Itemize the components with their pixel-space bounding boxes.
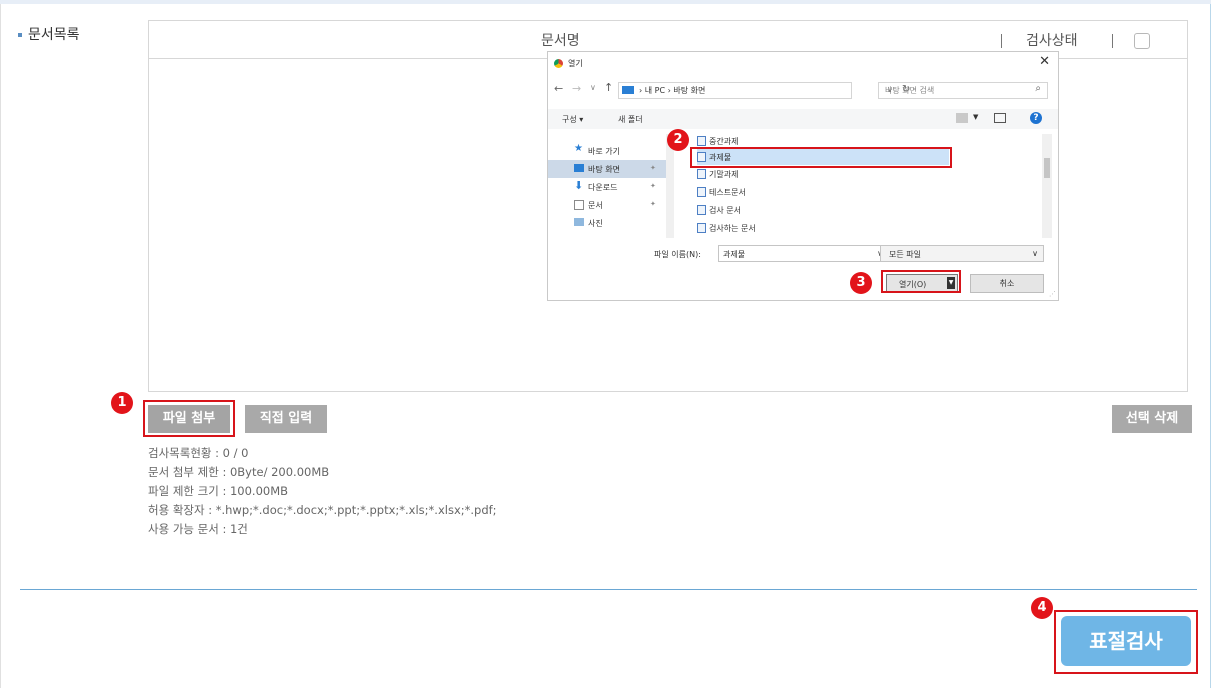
- close-icon[interactable]: ✕: [1039, 54, 1050, 69]
- picture-icon: [574, 218, 584, 226]
- highlight-open-button: [881, 270, 961, 293]
- info-line-size-limit: 파일 제한 크기 : 100.00MB: [148, 484, 289, 498]
- column-divider: [1112, 34, 1113, 48]
- nav-item-documents[interactable]: 문서 ✦: [548, 196, 666, 214]
- help-icon[interactable]: ?: [1030, 112, 1042, 124]
- column-divider: [1001, 34, 1002, 48]
- file-icon: [697, 169, 706, 179]
- nav-item-label: 바탕 화면: [588, 165, 620, 174]
- dialog-toolbar: 구성 ▾ 새 폴더 ▼ ?: [548, 109, 1058, 129]
- preview-pane-icon[interactable]: [994, 113, 1006, 123]
- file-icon: [697, 205, 706, 215]
- left-border: [0, 4, 1, 688]
- info-line-attach-limit: 문서 첨부 제한 : 0Byte/ 200.00MB: [148, 465, 330, 479]
- file-list-scrollbar[interactable]: [1042, 134, 1052, 238]
- direct-input-button[interactable]: 직접 입력: [245, 405, 327, 433]
- info-line-extensions: 허용 확장자 : *.hwp;*.doc;*.docx;*.ppt;*.pptx…: [148, 503, 497, 517]
- filename-label: 파일 이름(N):: [654, 250, 701, 259]
- file-icon: [697, 223, 706, 233]
- pin-icon: ✦: [650, 182, 656, 190]
- step-marker-3: 3: [850, 272, 872, 294]
- view-dropdown-icon[interactable]: ▼: [973, 113, 978, 121]
- nav-item-desktop[interactable]: 바탕 화면 ✦: [548, 160, 666, 178]
- delete-selected-button[interactable]: 선택 삭제: [1112, 405, 1192, 433]
- desktop-icon: [574, 164, 584, 172]
- chrome-icon: [554, 59, 563, 68]
- nav-item-pictures[interactable]: 사진: [548, 214, 666, 228]
- nav-item-downloads[interactable]: ⬇ 다운로드 ✦: [548, 178, 666, 196]
- file-icon: [697, 136, 706, 146]
- dialog-navbar: ← → ∨ ↑ › 내 PC › 바탕 화면 ∨ ↻ 바탕 화면 검색 ⌕: [548, 81, 1058, 99]
- file-name: 기말과제: [709, 170, 739, 179]
- plagiarism-check-button[interactable]: 표절검사: [1061, 616, 1191, 666]
- step-marker-2: 2: [667, 129, 689, 151]
- section-label-text: 문서목록: [28, 27, 80, 43]
- nav-item-label: 사진: [588, 219, 603, 228]
- file-name: 검사하는 문서: [709, 224, 756, 233]
- nav-item-label: 바로 가기: [588, 147, 620, 156]
- address-bar[interactable]: › 내 PC › 바탕 화면 ∨ ↻: [618, 82, 910, 99]
- nav-item-label: 다운로드: [588, 183, 618, 192]
- desktop-folder-icon: [622, 86, 634, 94]
- file-name: 중간과제: [709, 137, 739, 146]
- dialog-button-row: 열기(O) ▼ 취소: [548, 274, 1058, 294]
- file-name: 테스트문서: [709, 188, 746, 197]
- filetype-select[interactable]: 모든 파일 ∨: [880, 245, 1044, 262]
- back-arrow-icon[interactable]: ←: [554, 82, 563, 95]
- info-line-available: 사용 가능 문서 : 1건: [148, 522, 248, 536]
- file-open-dialog: 열기 ✕ ← → ∨ ↑ › 내 PC › 바탕 화면 ∨ ↻ 바탕 화면 검색…: [547, 51, 1059, 301]
- info-line-status: 검사목록현황 : 0 / 0: [148, 446, 249, 460]
- view-icon[interactable]: [956, 113, 968, 123]
- file-name: 검사 문서: [709, 206, 741, 215]
- select-all-checkbox[interactable]: [1134, 33, 1150, 49]
- download-icon: ⬇: [574, 179, 584, 192]
- filename-value: 과제물: [723, 250, 746, 259]
- step-marker-1: 1: [111, 392, 133, 414]
- up-arrow-icon[interactable]: ↑: [604, 81, 613, 94]
- nav-item-quick-access[interactable]: ★ 바로 가기: [548, 142, 666, 160]
- section-divider: [20, 589, 1197, 590]
- pin-icon: ✦: [650, 164, 656, 172]
- upload-info: 검사목록현황 : 0 / 0 문서 첨부 제한 : 0Byte/ 200.00M…: [148, 444, 497, 539]
- top-border: [0, 0, 1211, 4]
- navigation-pane: ★ 바로 가기 바탕 화면 ✦ ⬇ 다운로드 ✦ 문서 ✦ 사진: [548, 134, 674, 238]
- star-icon: ★: [574, 143, 583, 154]
- nav-item-label: 문서: [588, 201, 603, 210]
- file-attach-button[interactable]: 파일 첨부: [148, 405, 230, 433]
- section-label: 문서목록: [18, 24, 80, 44]
- scroll-thumb[interactable]: [1044, 158, 1050, 178]
- forward-arrow-icon[interactable]: →: [572, 82, 581, 95]
- search-input[interactable]: 바탕 화면 검색 ⌕: [878, 82, 1048, 99]
- search-placeholder: 바탕 화면 검색: [885, 86, 935, 95]
- filename-row: 파일 이름(N): 과제물 ∨ 모든 파일 ∨: [548, 245, 1058, 263]
- new-folder-button[interactable]: 새 폴더: [618, 114, 643, 125]
- organize-button[interactable]: 구성 ▾: [562, 114, 583, 125]
- column-document-name: 문서명: [541, 33, 580, 49]
- filename-input[interactable]: 과제물 ∨: [718, 245, 888, 262]
- filetype-value: 모든 파일: [889, 250, 921, 259]
- cancel-button[interactable]: 취소: [970, 274, 1044, 293]
- recent-dropdown-icon[interactable]: ∨: [590, 83, 596, 92]
- search-icon: ⌕: [1035, 83, 1041, 94]
- dialog-title: 열기: [568, 59, 583, 68]
- highlight-selected-file: [690, 147, 952, 168]
- pin-icon: ✦: [650, 200, 656, 208]
- step-marker-4: 4: [1031, 597, 1053, 619]
- resize-grip-icon[interactable]: ⋰: [1049, 290, 1056, 298]
- chevron-down-icon[interactable]: ∨: [1032, 249, 1038, 258]
- file-icon: [697, 187, 706, 197]
- document-icon: [574, 200, 584, 210]
- column-status: 검사상태: [1026, 33, 1078, 49]
- bullet-icon: [18, 33, 22, 37]
- address-path: › 내 PC › 바탕 화면: [639, 86, 706, 95]
- dialog-titlebar: 열기 ✕: [548, 52, 1058, 74]
